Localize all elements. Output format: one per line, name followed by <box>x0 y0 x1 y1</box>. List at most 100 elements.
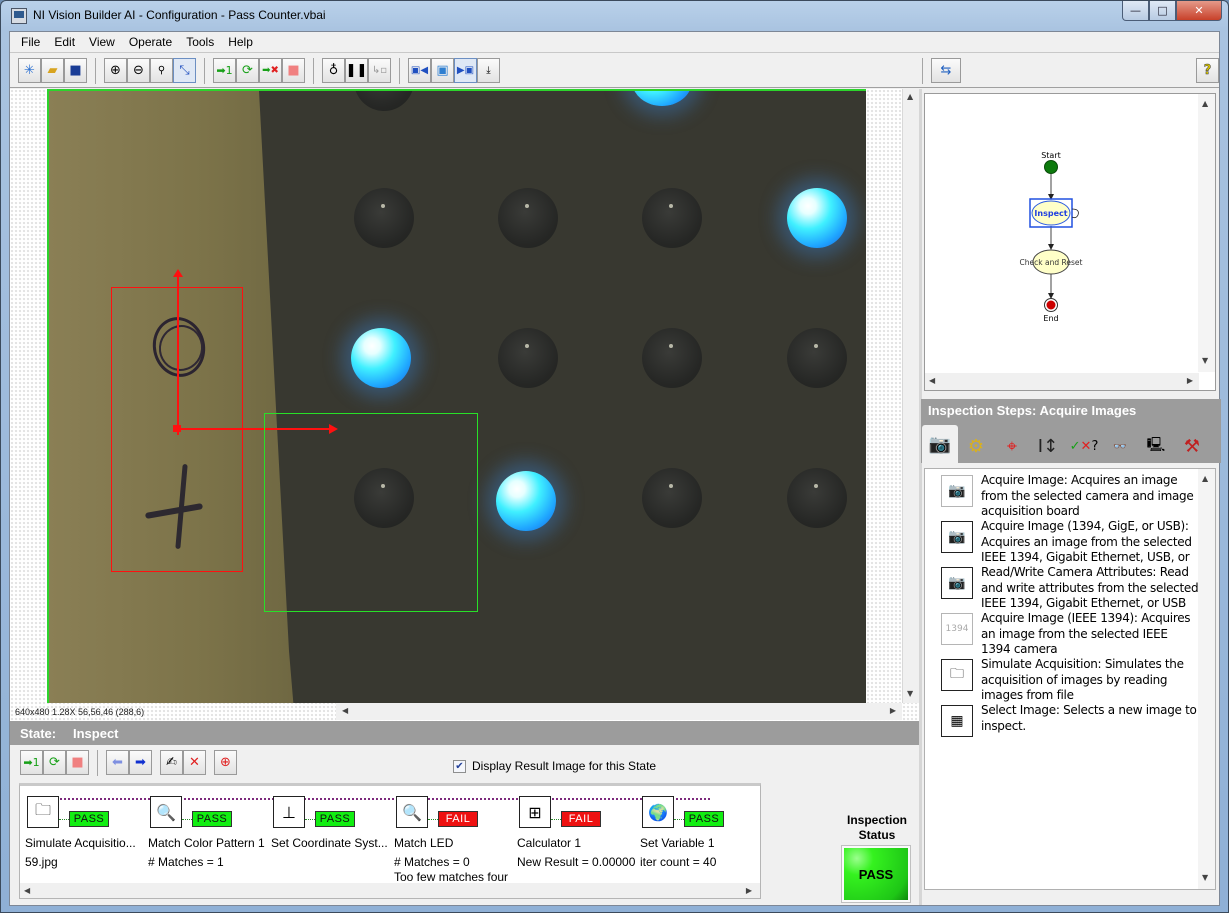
step-result-line: iter count = 40 <box>640 855 717 869</box>
previous-image-button[interactable]: ▣◀ <box>408 58 431 83</box>
edit-step-button[interactable]: ✍ <box>160 750 183 775</box>
tab-enhance-images[interactable]: ⚙ <box>958 429 994 463</box>
stop-on-fail-button[interactable]: ➡✖ <box>259 58 282 83</box>
zoom-fit-button[interactable]: ⤡ <box>173 58 196 83</box>
tab-acquire-images[interactable]: 📷 <box>922 425 958 463</box>
status-badge: PASS <box>315 811 355 827</box>
scroll-up-icon[interactable]: ▲ <box>907 92 913 101</box>
state-diagram[interactable]: Start Inspect Check and Reset End ▲ ▼ ◀ … <box>924 93 1216 391</box>
palette-vertical-scrollbar[interactable]: ▲ ▼ <box>1198 469 1215 889</box>
zoom-fit-icon: ⤡ <box>179 63 190 78</box>
scroll-left-icon[interactable]: ◀ <box>24 886 30 895</box>
diagram-vertical-scrollbar[interactable]: ▲ ▼ <box>1198 94 1215 372</box>
y-axis-arrow <box>173 269 183 277</box>
maximize-button[interactable]: □ <box>1149 1 1176 21</box>
zoom-out-button[interactable]: ⊖ <box>127 58 150 83</box>
image-vertical-scrollbar[interactable]: ▲ ▼ <box>902 89 919 703</box>
calculator-icon: ⊞ <box>519 796 551 828</box>
palette-item[interactable]: 📷 Acquire Image (1394, GigE, or USB): Acq… <box>933 519 1198 565</box>
menu-view[interactable]: View <box>82 35 122 49</box>
menu-file[interactable]: File <box>14 35 47 49</box>
step-button[interactable]: ↳▫ <box>368 58 391 83</box>
move-step-right-button[interactable]: ➡ <box>129 750 152 775</box>
scroll-right-icon[interactable]: ▶ <box>1187 376 1193 385</box>
step-name: Match LED <box>394 836 454 850</box>
globe-icon: 🌍 <box>642 796 674 828</box>
inspection-image[interactable] <box>47 89 866 703</box>
tab-check-presence[interactable]: ✓✕? <box>1066 429 1102 463</box>
zoom-in-button[interactable]: ⊕ <box>104 58 127 83</box>
save-button[interactable]: ■ <box>64 58 87 83</box>
run-continuous-button[interactable]: ⟳ <box>236 58 259 83</box>
stop-step-button[interactable]: ■ <box>66 750 89 775</box>
acquire-images-icon: 📷 <box>928 433 952 455</box>
scroll-down-icon[interactable]: ▼ <box>907 689 913 698</box>
step-icon: ↳▫ <box>371 65 388 76</box>
new-button[interactable]: ✳ <box>18 58 41 83</box>
pause-button[interactable]: ❚❚ <box>345 58 368 83</box>
led-on <box>351 328 411 388</box>
palette-item[interactable]: ▦ Select Image: Selects a new image to in… <box>933 703 1198 749</box>
scroll-left-icon[interactable]: ◀ <box>929 376 935 385</box>
close-button[interactable]: ✕ <box>1176 1 1222 21</box>
identify-parts-icon: 👓 <box>1113 439 1127 453</box>
scroll-down-icon[interactable]: ▼ <box>1202 873 1208 882</box>
image-button[interactable]: ▣ <box>431 58 454 83</box>
zoom-1to1-button[interactable]: ⚲ <box>150 58 173 83</box>
palette-item[interactable]: 📷 Acquire Image: Acquires an image from t… <box>933 473 1198 519</box>
inspection-steps-panel: 🗀 PASS Simulate Acquisitio... 59.jpg 🔍 PASS Ma… <box>19 783 761 899</box>
next-image-button[interactable]: ▶▣ <box>454 58 477 83</box>
separator <box>313 58 314 84</box>
status-wire <box>428 819 438 820</box>
display-result-image-checkbox[interactable]: ✔ <box>453 759 466 773</box>
scroll-up-icon[interactable]: ▲ <box>1202 474 1208 483</box>
end-node[interactable] <box>1046 300 1056 310</box>
palette-item-description: Acquire Image (IEEE 1394): Acquires an i… <box>981 611 1191 656</box>
state-diagram-canvas: Start Inspect Check and Reset End <box>1020 151 1083 323</box>
result-image-button[interactable]: ⊕ <box>214 750 237 775</box>
search-roi[interactable] <box>264 413 478 612</box>
stop-button[interactable]: ■ <box>282 58 305 83</box>
steps-horizontal-scrollbar[interactable]: ◀ ▶ <box>20 883 760 898</box>
lightbulb-button[interactable]: ♁ <box>322 58 345 83</box>
display-result-image-option[interactable]: ✔ Display Result Image for this State <box>453 759 656 773</box>
scroll-up-icon[interactable]: ▲ <box>1202 99 1208 108</box>
menu-help[interactable]: Help <box>221 35 260 49</box>
image-sequence-button[interactable]: ⤓ <box>477 58 500 83</box>
menu-edit[interactable]: Edit <box>47 35 82 49</box>
run-step-continuous-button[interactable]: ⟳ <box>43 750 66 775</box>
move-step-left-button[interactable]: ⬅ <box>106 750 129 775</box>
coordinate-system-icon: ⊥ <box>273 796 305 828</box>
splitter[interactable] <box>919 89 922 905</box>
run-step-once-button[interactable]: ➡1 <box>20 750 43 775</box>
inspection-status-indicator: PASS <box>841 845 911 903</box>
delete-step-button[interactable]: ✕ <box>183 750 206 775</box>
menu-operate[interactable]: Operate <box>122 35 179 49</box>
separator <box>95 58 96 84</box>
scroll-left-icon[interactable]: ◀ <box>342 706 348 715</box>
palette-item[interactable]: 🗀 Simulate Acquisition: Simulates the acq… <box>933 657 1198 703</box>
step-results: 59.jpg <box>25 855 58 870</box>
minimize-button[interactable]: — <box>1122 1 1149 21</box>
image-viewer[interactable]: ▲ ▼ ◀ ▶ 640x480 1.28X 56,56,46 (288,6) <box>10 89 919 721</box>
tab-locate-features[interactable]: ⌖ <box>994 429 1030 463</box>
scroll-right-icon[interactable]: ▶ <box>746 886 752 895</box>
menu-bar: File Edit View Operate Tools Help <box>10 32 1219 53</box>
open-button[interactable]: ▰ <box>41 58 64 83</box>
tab-identify-parts[interactable]: 👓 <box>1102 429 1138 463</box>
tab-communicate[interactable]: 🖳 <box>1138 429 1174 463</box>
run-once-button[interactable]: ➡1 <box>213 58 236 83</box>
scroll-right-icon[interactable]: ▶ <box>890 706 896 715</box>
scroll-down-icon[interactable]: ▼ <box>1202 356 1208 365</box>
switch-view-button[interactable]: ⇆ <box>931 58 961 83</box>
start-node[interactable] <box>1044 160 1058 174</box>
tab-additional-tools[interactable]: ⚒ <box>1174 429 1210 463</box>
palette-item[interactable]: 📷 Read/Write Camera Attributes: Read and … <box>933 565 1198 611</box>
diagram-horizontal-scrollbar[interactable]: ◀ ▶ <box>925 373 1199 390</box>
title-bar[interactable]: NI Vision Builder AI - Configuration - P… <box>1 1 1228 31</box>
menu-tools[interactable]: Tools <box>179 35 221 49</box>
palette-item[interactable]: 1394 Acquire Image (IEEE 1394): Acquires … <box>933 611 1198 657</box>
help-button[interactable]: ? <box>1196 58 1219 83</box>
image-horizontal-scrollbar[interactable]: ◀ ▶ <box>336 703 902 720</box>
tab-measure-features[interactable]: Ⅰ↕ <box>1030 429 1066 463</box>
